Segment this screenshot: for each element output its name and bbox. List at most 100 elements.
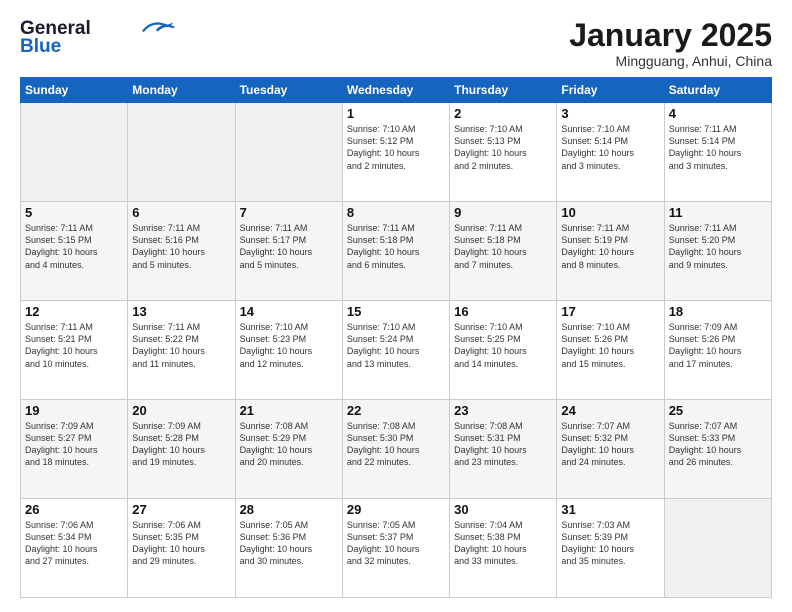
day-info: Sunrise: 7:05 AM Sunset: 5:37 PM Dayligh… — [347, 519, 445, 568]
table-row: 8 Sunrise: 7:11 AM Sunset: 5:18 PM Daylig… — [342, 202, 449, 301]
day-info: Sunrise: 7:07 AM Sunset: 5:32 PM Dayligh… — [561, 420, 659, 469]
day-number: 7 — [240, 205, 338, 220]
day-number: 12 — [25, 304, 123, 319]
table-row: 23Sunrise: 7:08 AM Sunset: 5:31 PM Dayli… — [450, 400, 557, 499]
day-info: Sunrise: 7:09 AM Sunset: 5:28 PM Dayligh… — [132, 420, 230, 469]
day-number: 2 — [454, 106, 552, 121]
day-number: 18 — [669, 304, 767, 319]
day-info: Sunrise: 7:11 AM Sunset: 5:16 PM Dayligh… — [132, 222, 230, 271]
day-number: 20 — [132, 403, 230, 418]
table-row: 14 Sunrise: 7:10 AM Sunset: 5:23 PM Dayli… — [235, 301, 342, 400]
col-friday: Friday — [557, 78, 664, 103]
month-title: January 2025 — [569, 18, 772, 53]
title-block: January 2025 Mingguang, Anhui, China — [569, 18, 772, 69]
table-row — [21, 103, 128, 202]
table-row: 28 Sunrise: 7:05 AM Sunset: 5:36 PM Dayli… — [235, 499, 342, 598]
table-row: 18 Sunrise: 7:09 AM Sunset: 5:26 PM Dayli… — [664, 301, 771, 400]
week-row-2: 5 Sunrise: 7:11 AM Sunset: 5:15 PM Daylig… — [21, 202, 772, 301]
table-row — [664, 499, 771, 598]
location-subtitle: Mingguang, Anhui, China — [569, 53, 772, 69]
table-row: 31 Sunrise: 7:03 AM Sunset: 5:39 PM Dayli… — [557, 499, 664, 598]
header: General Blue January 2025 Mingguang, Anh… — [20, 18, 772, 69]
col-saturday: Saturday — [664, 78, 771, 103]
table-row: 27 Sunrise: 7:06 AM Sunset: 5:35 PM Dayli… — [128, 499, 235, 598]
day-number: 26 — [25, 502, 123, 517]
table-row: 16Sunrise: 7:10 AM Sunset: 5:25 PM Dayli… — [450, 301, 557, 400]
day-number: 14 — [240, 304, 338, 319]
day-info: Sunrise: 7:10 AM Sunset: 5:25 PM Dayligh… — [454, 321, 552, 370]
day-number: 11 — [669, 205, 767, 220]
day-info: Sunrise: 7:10 AM Sunset: 5:12 PM Dayligh… — [347, 123, 445, 172]
day-info: Sunrise: 7:11 AM Sunset: 5:21 PM Dayligh… — [25, 321, 123, 370]
table-row: 11 Sunrise: 7:11 AM Sunset: 5:20 PM Dayli… — [664, 202, 771, 301]
day-number: 29 — [347, 502, 445, 517]
day-info: Sunrise: 7:08 AM Sunset: 5:31 PM Dayligh… — [454, 420, 552, 469]
table-row — [235, 103, 342, 202]
day-info: Sunrise: 7:09 AM Sunset: 5:27 PM Dayligh… — [25, 420, 123, 469]
col-sunday: Sunday — [21, 78, 128, 103]
week-row-5: 26 Sunrise: 7:06 AM Sunset: 5:34 PM Dayli… — [21, 499, 772, 598]
day-info: Sunrise: 7:07 AM Sunset: 5:33 PM Dayligh… — [669, 420, 767, 469]
col-wednesday: Wednesday — [342, 78, 449, 103]
day-number: 4 — [669, 106, 767, 121]
day-number: 31 — [561, 502, 659, 517]
day-info: Sunrise: 7:08 AM Sunset: 5:30 PM Dayligh… — [347, 420, 445, 469]
day-number: 19 — [25, 403, 123, 418]
day-info: Sunrise: 7:08 AM Sunset: 5:29 PM Dayligh… — [240, 420, 338, 469]
day-info: Sunrise: 7:05 AM Sunset: 5:36 PM Dayligh… — [240, 519, 338, 568]
logo-bird-icon — [139, 18, 175, 38]
table-row: 10 Sunrise: 7:11 AM Sunset: 5:19 PM Dayli… — [557, 202, 664, 301]
table-row: 29 Sunrise: 7:05 AM Sunset: 5:37 PM Dayli… — [342, 499, 449, 598]
table-row: 7 Sunrise: 7:11 AM Sunset: 5:17 PM Daylig… — [235, 202, 342, 301]
day-info: Sunrise: 7:04 AM Sunset: 5:38 PM Dayligh… — [454, 519, 552, 568]
day-number: 6 — [132, 205, 230, 220]
table-row: 4 Sunrise: 7:11 AM Sunset: 5:14 PM Daylig… — [664, 103, 771, 202]
day-number: 15 — [347, 304, 445, 319]
day-info: Sunrise: 7:11 AM Sunset: 5:18 PM Dayligh… — [454, 222, 552, 271]
table-row: 1Sunrise: 7:10 AM Sunset: 5:12 PM Daylig… — [342, 103, 449, 202]
table-row: 2 Sunrise: 7:10 AM Sunset: 5:13 PM Daylig… — [450, 103, 557, 202]
day-number: 8 — [347, 205, 445, 220]
table-row: 6 Sunrise: 7:11 AM Sunset: 5:16 PM Daylig… — [128, 202, 235, 301]
day-info: Sunrise: 7:10 AM Sunset: 5:13 PM Dayligh… — [454, 123, 552, 172]
table-row: 17 Sunrise: 7:10 AM Sunset: 5:26 PM Dayli… — [557, 301, 664, 400]
day-number: 10 — [561, 205, 659, 220]
day-info: Sunrise: 7:06 AM Sunset: 5:35 PM Dayligh… — [132, 519, 230, 568]
day-number: 25 — [669, 403, 767, 418]
day-info: Sunrise: 7:06 AM Sunset: 5:34 PM Dayligh… — [25, 519, 123, 568]
logo-blue: Blue — [20, 36, 61, 58]
day-number: 17 — [561, 304, 659, 319]
calendar-table: Sunday Monday Tuesday Wednesday Thursday… — [20, 77, 772, 598]
day-info: Sunrise: 7:11 AM Sunset: 5:18 PM Dayligh… — [347, 222, 445, 271]
day-number: 28 — [240, 502, 338, 517]
day-number: 9 — [454, 205, 552, 220]
day-number: 3 — [561, 106, 659, 121]
day-info: Sunrise: 7:11 AM Sunset: 5:22 PM Dayligh… — [132, 321, 230, 370]
day-info: Sunrise: 7:03 AM Sunset: 5:39 PM Dayligh… — [561, 519, 659, 568]
table-row: 26 Sunrise: 7:06 AM Sunset: 5:34 PM Dayli… — [21, 499, 128, 598]
page: General Blue January 2025 Mingguang, Anh… — [0, 0, 792, 612]
day-info: Sunrise: 7:10 AM Sunset: 5:26 PM Dayligh… — [561, 321, 659, 370]
day-number: 27 — [132, 502, 230, 517]
week-row-3: 12 Sunrise: 7:11 AM Sunset: 5:21 PM Dayli… — [21, 301, 772, 400]
table-row — [128, 103, 235, 202]
table-row: 30 Sunrise: 7:04 AM Sunset: 5:38 PM Dayli… — [450, 499, 557, 598]
day-info: Sunrise: 7:11 AM Sunset: 5:14 PM Dayligh… — [669, 123, 767, 172]
day-number: 30 — [454, 502, 552, 517]
day-info: Sunrise: 7:11 AM Sunset: 5:15 PM Dayligh… — [25, 222, 123, 271]
day-number: 5 — [25, 205, 123, 220]
table-row: 21Sunrise: 7:08 AM Sunset: 5:29 PM Dayli… — [235, 400, 342, 499]
day-info: Sunrise: 7:11 AM Sunset: 5:19 PM Dayligh… — [561, 222, 659, 271]
col-monday: Monday — [128, 78, 235, 103]
table-row: 12 Sunrise: 7:11 AM Sunset: 5:21 PM Dayli… — [21, 301, 128, 400]
table-row: 19 Sunrise: 7:09 AM Sunset: 5:27 PM Dayli… — [21, 400, 128, 499]
day-info: Sunrise: 7:09 AM Sunset: 5:26 PM Dayligh… — [669, 321, 767, 370]
day-info: Sunrise: 7:10 AM Sunset: 5:24 PM Dayligh… — [347, 321, 445, 370]
logo: General Blue — [20, 18, 175, 58]
day-info: Sunrise: 7:11 AM Sunset: 5:17 PM Dayligh… — [240, 222, 338, 271]
day-info: Sunrise: 7:11 AM Sunset: 5:20 PM Dayligh… — [669, 222, 767, 271]
table-row: 20 Sunrise: 7:09 AM Sunset: 5:28 PM Dayli… — [128, 400, 235, 499]
table-row: 9 Sunrise: 7:11 AM Sunset: 5:18 PM Daylig… — [450, 202, 557, 301]
day-info: Sunrise: 7:10 AM Sunset: 5:23 PM Dayligh… — [240, 321, 338, 370]
day-info: Sunrise: 7:10 AM Sunset: 5:14 PM Dayligh… — [561, 123, 659, 172]
